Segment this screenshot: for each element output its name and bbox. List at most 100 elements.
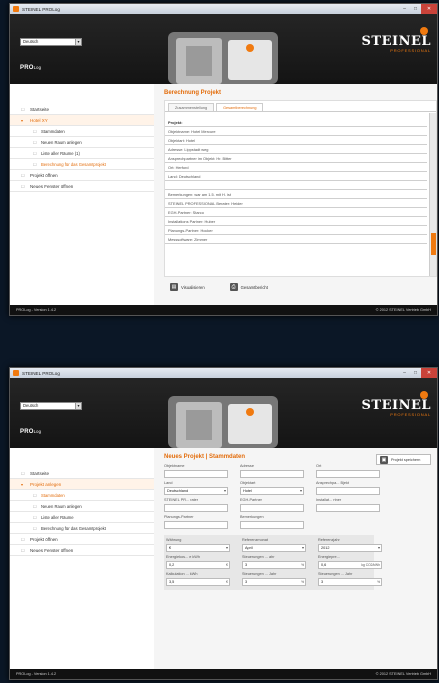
report-header: Projekt: <box>165 112 427 127</box>
input-field[interactable] <box>164 521 228 529</box>
prolog-window-report: STEINEL PROLog – □ ✕ Deutsch ▾ PROLog ST… <box>9 3 438 316</box>
visualisieren-button[interactable]: ▤ Visualisieren <box>170 283 205 291</box>
form-field: Steuerungen ... Jahr 3 <box>318 572 382 586</box>
field-label: Steuerungen ... Jahr <box>242 572 277 576</box>
report-row: Ansprechpartner im Objekt: Hr. Bitter <box>165 154 427 163</box>
report-row: STEINEL PROFESSIONAL Berater: Heider <box>165 199 427 208</box>
language-select[interactable]: Deutsch ▾ <box>20 402 82 410</box>
sidebar-item-startseite[interactable]: Startseite <box>10 468 154 479</box>
field-label: Ort <box>316 464 322 468</box>
form-field: Steuerungen ... Jahr 3 <box>242 572 306 586</box>
sidebar-item-raumliste[interactable]: Liste aller Räume (1) <box>10 148 154 159</box>
maximize-button[interactable]: □ <box>410 4 421 14</box>
window-title: STEINEL PROLog <box>22 370 60 376</box>
report-row: Ort: Herford <box>165 163 427 172</box>
input-field[interactable] <box>240 504 304 512</box>
form-field: Steuerungen ... ahr 3 <box>242 555 306 569</box>
sidebar-item-stammdaten[interactable]: Stammdaten <box>10 126 154 137</box>
report-row: EGH-Partner: Starco <box>165 208 427 217</box>
form-field: Währung € <box>166 538 230 552</box>
save-project-button[interactable]: ▣ Projekt speichern <box>376 454 431 465</box>
title-bar[interactable]: STEINEL PROLog – □ ✕ <box>10 4 437 14</box>
scrollbar-thumb[interactable] <box>431 233 436 255</box>
form-field: Planungs-Partner <box>164 515 228 529</box>
copyright-text: © 2012 STEINEL Vertrieb GmbH <box>375 308 431 312</box>
sidebar-item-raumliste[interactable]: Liste aller Räume <box>10 512 154 523</box>
input-field[interactable]: 3 <box>242 561 306 569</box>
field-label <box>316 515 380 520</box>
tab-gesamtberechnung[interactable]: Gesamtberechnung <box>216 103 264 111</box>
report-row: Land: Deutschland <box>165 172 427 181</box>
form-field: Objektart Hotel <box>240 481 304 495</box>
chevron-down-icon: ▾ <box>75 39 81 45</box>
field-label: Steuerungen ... ahr <box>242 555 275 559</box>
input-field[interactable]: 0,2 <box>166 561 230 569</box>
select-field[interactable]: € <box>166 544 230 552</box>
window-title: STEINEL PROLog <box>22 6 60 12</box>
page-title: Berechnung Projekt <box>164 90 222 96</box>
sidebar-item-berechnung[interactable]: Berechnung für das Gesamtprojekt <box>10 159 154 170</box>
field-label: Planungs-Partner <box>164 515 194 519</box>
field-label: Referenzjahr <box>318 538 340 542</box>
gesamtbericht-button[interactable]: ⎙ Gesamtbericht <box>229 283 268 291</box>
field-label: Steuerungen ... Jahr <box>318 572 353 576</box>
sidebar-item-neues-fenster[interactable]: Neues Fenster öffnen <box>10 181 154 192</box>
select-field[interactable]: Hotel <box>240 487 304 495</box>
app-icon <box>13 370 19 376</box>
input-field[interactable] <box>316 487 380 495</box>
minimize-button[interactable]: – <box>399 4 410 14</box>
report-scrollbar[interactable] <box>429 113 436 276</box>
input-field[interactable] <box>316 504 380 512</box>
sensor-device-image <box>168 396 278 448</box>
select-field[interactable]: 2012 <box>318 544 382 552</box>
sidebar-item-hotel[interactable]: Hotel XY <box>10 115 154 126</box>
input-field[interactable] <box>164 504 228 512</box>
minimize-button[interactable]: – <box>399 368 410 378</box>
input-field[interactable]: 0,6 <box>318 561 382 569</box>
title-bar[interactable]: STEINEL PROLog – □ ✕ <box>10 368 437 378</box>
close-button[interactable]: ✕ <box>421 368 437 378</box>
report-row: Bemerkungen: war am 1.5. mit H. ist <box>165 190 427 199</box>
input-field[interactable] <box>240 521 304 529</box>
input-field[interactable] <box>316 470 380 478</box>
form-field: Referenzjahr 2012 <box>318 538 382 552</box>
input-field[interactable] <box>240 470 304 478</box>
sidebar-item-projekt-oeffnen[interactable]: Projekt öffnen <box>10 534 154 545</box>
input-field[interactable]: 3 <box>242 578 306 586</box>
sensor-device-image <box>168 32 278 84</box>
select-field[interactable]: Deutschland <box>164 487 228 495</box>
steinel-logo: STEINEL PROFESSIONAL <box>361 34 431 53</box>
input-field[interactable] <box>164 470 228 478</box>
copyright-text: © 2012 STEINEL Vertrieb GmbH <box>375 672 431 676</box>
prolog-window-stammdaten: STEINEL PROLog – □ ✕ Deutsch ▾ PROLog ST… <box>9 367 438 680</box>
form-field: Bemerkungen <box>240 515 304 529</box>
language-select[interactable]: Deutsch ▾ <box>20 38 82 46</box>
input-field[interactable]: 3 <box>318 578 382 586</box>
sidebar-item-neues-fenster[interactable]: Neues Fenster öffnen <box>10 545 154 556</box>
chart-icon: ▤ <box>170 283 178 291</box>
form-field: Ort <box>316 464 380 478</box>
tab-zusammenstellung[interactable]: Zusammenstellung <box>168 103 215 111</box>
status-bar: PROLog - Version 1.4.2 © 2012 STEINEL Ve… <box>10 669 437 679</box>
close-button[interactable]: ✕ <box>421 4 437 14</box>
sidebar-item-projekt-anlegen[interactable]: Projekt anlegen <box>10 479 154 490</box>
main-area: Berechnung Projekt Zusammenstellung Gesa… <box>154 84 437 307</box>
sidebar-item-neuer-raum[interactable]: Neuen Raum anlegen <box>10 501 154 512</box>
sidebar-item-startseite[interactable]: Startseite <box>10 104 154 115</box>
save-icon: ▣ <box>380 455 388 464</box>
report-row: Planungs-Partner: Hocker <box>165 226 427 235</box>
form-field: EGH-Partner <box>240 498 304 512</box>
app-header: Deutsch ▾ PROLog STEINEL PROFESSIONAL <box>10 378 437 448</box>
select-field[interactable]: April <box>242 544 306 552</box>
field-label: STEINEL PR... rater <box>164 498 199 502</box>
maximize-button[interactable]: □ <box>410 368 421 378</box>
sidebar-item-neuer-raum[interactable]: Neuen Raum anlegen <box>10 137 154 148</box>
visualisieren-label: Visualisieren <box>181 284 205 290</box>
input-field[interactable]: 3,5 <box>166 578 230 586</box>
main-area: Neues Projekt | Stammdaten ▣ Projekt spe… <box>154 448 437 671</box>
report-panel: Zusammenstellung Gesamtberechnung Projek… <box>164 100 437 277</box>
sidebar-item-projekt-oeffnen[interactable]: Projekt öffnen <box>10 170 154 181</box>
form-field: Ansprechpa... Bjekt <box>316 481 380 495</box>
sidebar-item-stammdaten[interactable]: Stammdaten <box>10 490 154 501</box>
sidebar-item-berechnung[interactable]: Berechnung für das Gesamtprojekt <box>10 523 154 534</box>
